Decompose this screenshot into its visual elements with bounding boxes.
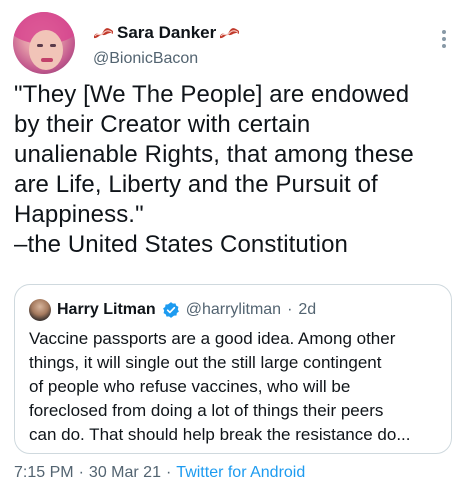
tweet-time[interactable]: 7:15 PM: [14, 464, 74, 482]
tweet-source-link[interactable]: Twitter for Android: [176, 464, 305, 482]
quoted-author-display-name: Harry Litman: [57, 301, 156, 318]
tweet-meta: 7:15 PM · 30 Mar 21 · Twitter for Androi…: [14, 464, 305, 482]
quoted-separator: ·: [287, 301, 293, 318]
meta-separator: ·: [165, 464, 172, 481]
bacon-icon: [219, 27, 240, 39]
more-vertical-icon[interactable]: [441, 30, 447, 50]
tweet-text: "They [We The People] are endowed by the…: [14, 81, 414, 258]
verified-badge-icon: [162, 302, 179, 318]
quoted-author-handle: @harrylitman: [185, 301, 282, 318]
avatar-lips: [41, 58, 53, 62]
tweet-header: Sara Danker @BionicBacon: [10, 10, 453, 76]
avatar-eye-left: [37, 44, 43, 47]
author-display-name[interactable]: Sara Danker: [117, 23, 216, 43]
author-avatar[interactable]: [13, 12, 75, 74]
quoted-tweet-header: Harry Litman @harrylitman · 2d: [29, 298, 316, 322]
avatar-face: [29, 30, 63, 70]
author-name-row[interactable]: Sara Danker: [93, 22, 240, 44]
avatar-eye-right: [50, 44, 56, 47]
quoted-time: 2d: [298, 301, 317, 318]
tweet-date[interactable]: 30 Mar 21: [89, 464, 161, 482]
quoted-author-avatar: [29, 299, 51, 321]
bacon-icon: [93, 27, 114, 39]
quoted-tweet-text: Vaccine passports are a good idea. Among…: [29, 329, 411, 444]
author-handle[interactable]: @BionicBacon: [93, 50, 198, 68]
quoted-tweet[interactable]: Harry Litman @harrylitman · 2d Vaccine p…: [14, 284, 452, 454]
meta-separator: ·: [78, 464, 84, 481]
